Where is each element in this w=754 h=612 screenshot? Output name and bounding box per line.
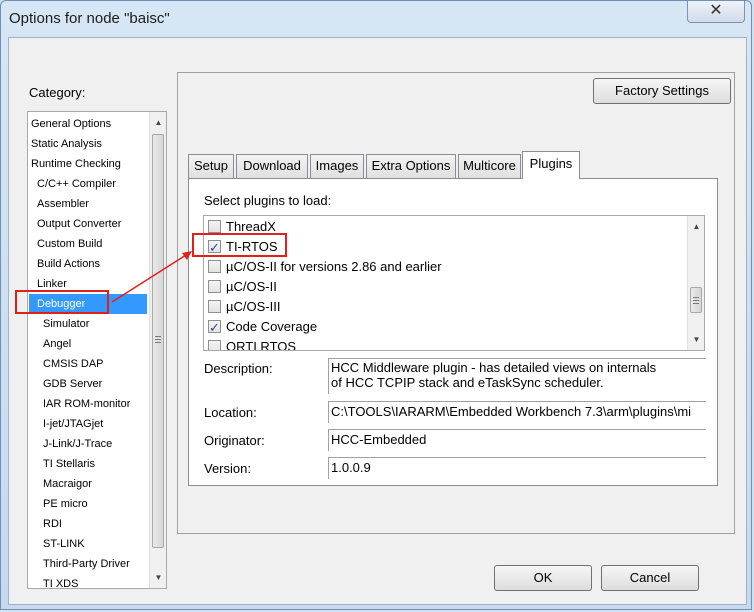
annotation-arrow [111, 251, 192, 303]
arrow-line [111, 254, 187, 303]
arrowhead-icon [182, 251, 192, 260]
tab-plugins[interactable]: Plugins [522, 151, 580, 179]
